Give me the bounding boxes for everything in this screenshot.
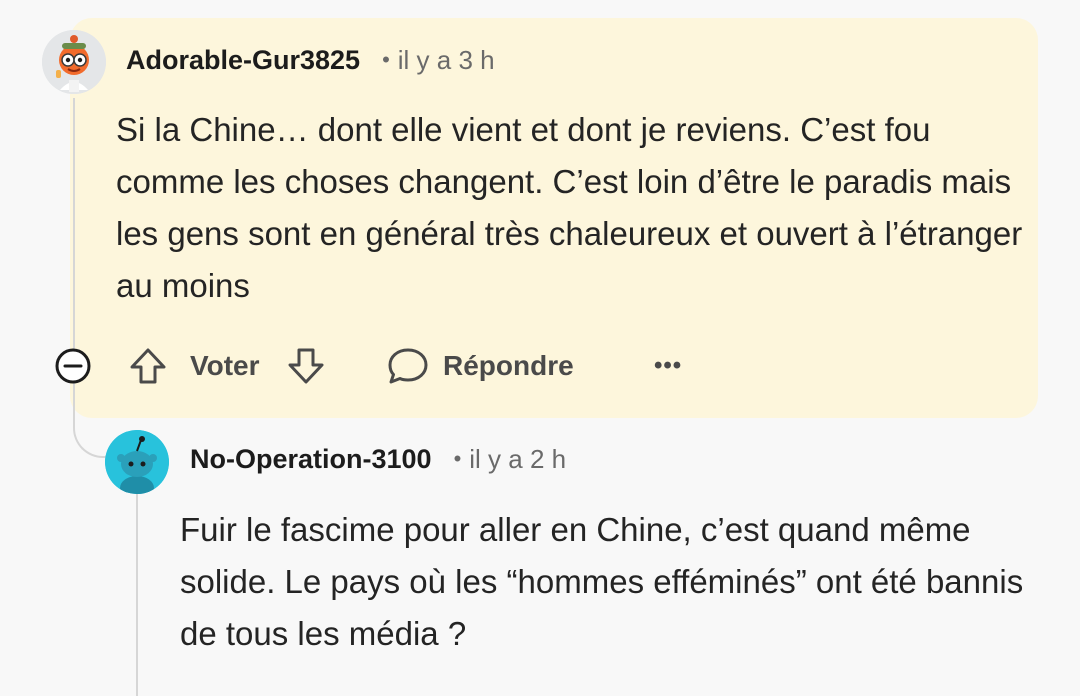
reply-avatar[interactable] — [105, 430, 169, 494]
comment-body: Si la Chine… dont elle vient et dont je … — [116, 111, 1023, 304]
timestamp[interactable]: il y a 2 h — [469, 444, 566, 475]
reply-thread-line[interactable] — [136, 494, 138, 696]
minus-circle-icon[interactable] — [54, 347, 92, 385]
timestamp[interactable]: il y a 3 h — [398, 45, 495, 76]
arrow-down-icon — [288, 348, 324, 384]
author-name[interactable]: Adorable-Gur3825 — [126, 45, 360, 76]
comment-header: Adorable-Gur3825 • il y a 3 h — [126, 42, 495, 78]
avatar[interactable] — [42, 30, 106, 94]
vote-label: Voter — [190, 350, 260, 381]
reply-header: No-Operation-3100 • il y a 2 h — [190, 441, 566, 477]
thread-line[interactable] — [73, 98, 75, 356]
thread-branch-line — [73, 382, 109, 458]
chat-bubble-icon — [388, 348, 428, 384]
more-dots-icon[interactable]: ••• — [654, 340, 682, 392]
reply-button[interactable] — [386, 346, 430, 386]
reply-body: Fuir le fascime pour aller en Chine, c’e… — [180, 511, 1024, 652]
separator-dot: • — [382, 47, 390, 72]
downvote-button[interactable] — [286, 346, 326, 386]
comment-action-bar: Voter Répondre ••• — [54, 340, 754, 392]
arrow-up-icon — [130, 348, 166, 384]
author-name[interactable]: No-Operation-3100 — [190, 444, 432, 475]
separator-dot: • — [453, 446, 462, 471]
reply-label[interactable]: Répondre — [443, 340, 574, 392]
upvote-button[interactable] — [128, 346, 168, 386]
